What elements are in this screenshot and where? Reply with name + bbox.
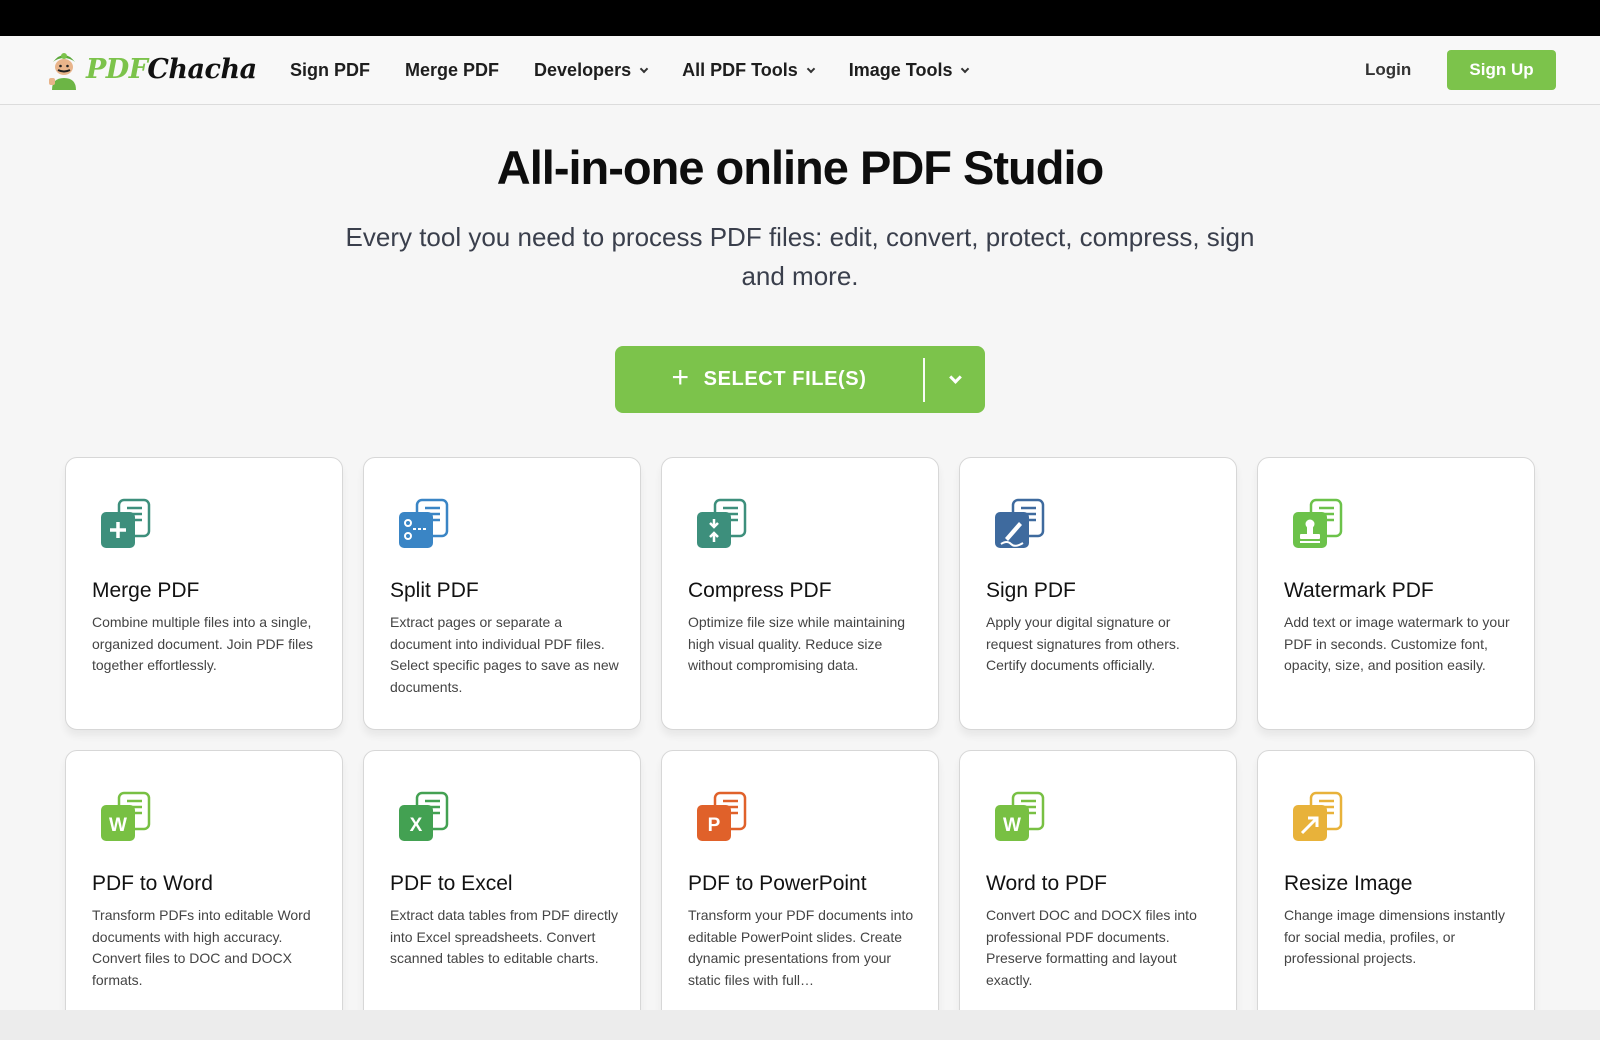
chevron-down-icon (961, 64, 970, 73)
tool-card-title: Word to PDF (986, 872, 1107, 895)
tool-card-description: Transform PDFs into editable Word docume… (92, 907, 311, 988)
browser-top-bar (0, 0, 1600, 36)
tool-card-split-pdf[interactable]: Split PDF Extract pages or separate a doc… (363, 457, 641, 730)
pdf-to-word-icon: W (99, 791, 151, 843)
nav-link-image-tools[interactable]: Image Tools (848, 60, 970, 81)
tool-card-title: PDF to PowerPoint (688, 872, 867, 895)
chevron-down-icon (948, 370, 962, 384)
plus-icon: + (671, 361, 690, 394)
tool-card-description: Add text or image watermark to your PDF … (1284, 614, 1510, 673)
login-link[interactable]: Login (1365, 60, 1411, 80)
nav-link-sign-pdf[interactable]: Sign PDF (290, 60, 370, 81)
nav-link-label: Image Tools (848, 60, 953, 80)
tool-card-compress-pdf[interactable]: Compress PDF Optimize file size while mai… (661, 457, 939, 730)
nav-link-label: All PDF Tools (682, 60, 798, 80)
tool-card-title: Resize Image (1284, 872, 1413, 895)
tool-card-pdf-to-excel[interactable]: X PDF to Excel Extract data tables from PD… (363, 750, 641, 1023)
chevron-down-icon (639, 64, 649, 73)
tool-card-description: Apply your digital signature or request … (986, 614, 1180, 673)
nav-link-developers[interactable]: Developers (534, 60, 649, 81)
nav-link-all-pdf-tools[interactable]: All PDF Tools (682, 60, 816, 81)
compress-pdf-icon (695, 498, 747, 550)
site-header: PDFChacha Sign PDF Merge PDF Developers All… (0, 36, 1600, 105)
brand-logo[interactable]: PDFChacha (48, 48, 257, 90)
page-footer-edge (0, 1010, 1600, 1040)
sign-pdf-icon (993, 498, 1045, 550)
word-to-pdf-icon: W (993, 791, 1045, 843)
tool-card-description: Extract data tables from PDF directly in… (390, 907, 618, 966)
tool-card-title: Compress PDF (688, 579, 832, 602)
select-files-button[interactable]: + SELECT FILE(S) (615, 346, 923, 413)
button-divider (923, 357, 925, 402)
tool-card-title: Split PDF (390, 579, 479, 602)
tool-card-title: PDF to Excel (390, 872, 513, 895)
tool-card-title: Merge PDF (92, 579, 200, 602)
pdf-to-excel-icon: X (397, 791, 449, 843)
tool-card-title: Sign PDF (986, 579, 1076, 602)
svg-text:P: P (708, 815, 721, 836)
chevron-down-icon (806, 64, 816, 73)
nav-link-label: Sign PDF (290, 60, 370, 80)
tool-card-watermark-pdf[interactable]: Watermark PDF Add text or image watermark… (1257, 457, 1535, 730)
svg-text:X: X (410, 815, 423, 836)
select-files-button-group: + SELECT FILE(S) (615, 346, 985, 413)
resize-image-icon (1291, 791, 1343, 843)
nav-link-label: Developers (534, 60, 632, 80)
merge-pdf-icon (99, 498, 151, 550)
mascot-icon (49, 53, 76, 90)
tool-card-description: Extract pages or separate a document int… (390, 614, 619, 695)
svg-text:W: W (1003, 815, 1021, 836)
page-title: All-in-one online PDF Studio (496, 141, 1104, 194)
tools-grid: Merge PDF Combine multiple files into a s… (65, 457, 1535, 1023)
upload-source-dropdown[interactable] (925, 346, 985, 413)
watermark-pdf-icon (1291, 498, 1343, 550)
tool-card-description: Transform your PDF documents into editab… (688, 907, 914, 988)
pdf-to-powerpoint-icon: P (695, 791, 747, 843)
page-subtitle: Every tool you need to process PDF files… (345, 222, 1255, 291)
tool-card-pdf-to-powerpoint[interactable]: P PDF to PowerPoint Transform your PDF doc… (661, 750, 939, 1023)
tool-card-merge-pdf[interactable]: Merge PDF Combine multiple files into a s… (65, 457, 343, 730)
main-nav: Sign PDF Merge PDF Developers All PDF Tools… (290, 36, 1003, 105)
tool-card-sign-pdf[interactable]: Sign PDF Apply your digital signature or … (959, 457, 1237, 730)
tool-card-description: Optimize file size while maintaining hig… (688, 614, 906, 673)
brand-name: PDFChacha (86, 53, 257, 85)
select-files-label: SELECT FILE(S) (703, 368, 867, 390)
tool-card-title: Watermark PDF (1284, 579, 1434, 602)
tool-card-description: Change image dimensions instantly for so… (1284, 907, 1506, 966)
nav-link-label: Merge PDF (405, 60, 500, 80)
tool-card-pdf-to-word[interactable]: W PDF to Word Transform PDFs into editable… (65, 750, 343, 1023)
tool-card-title: PDF to Word (92, 872, 213, 895)
tool-card-description: Combine multiple files into a single, or… (92, 614, 313, 673)
nav-link-merge-pdf[interactable]: Merge PDF (405, 60, 499, 81)
tool-card-word-to-pdf[interactable]: W Word to PDF Convert DOC and DOCX files i… (959, 750, 1237, 1023)
split-pdf-icon (397, 498, 449, 550)
signup-button[interactable]: Sign Up (1447, 50, 1556, 90)
tool-card-resize-image[interactable]: Resize Image Change image dimensions inst… (1257, 750, 1535, 1023)
svg-text:W: W (109, 815, 127, 836)
tool-card-description: Convert DOC and DOCX files into professi… (986, 907, 1197, 988)
